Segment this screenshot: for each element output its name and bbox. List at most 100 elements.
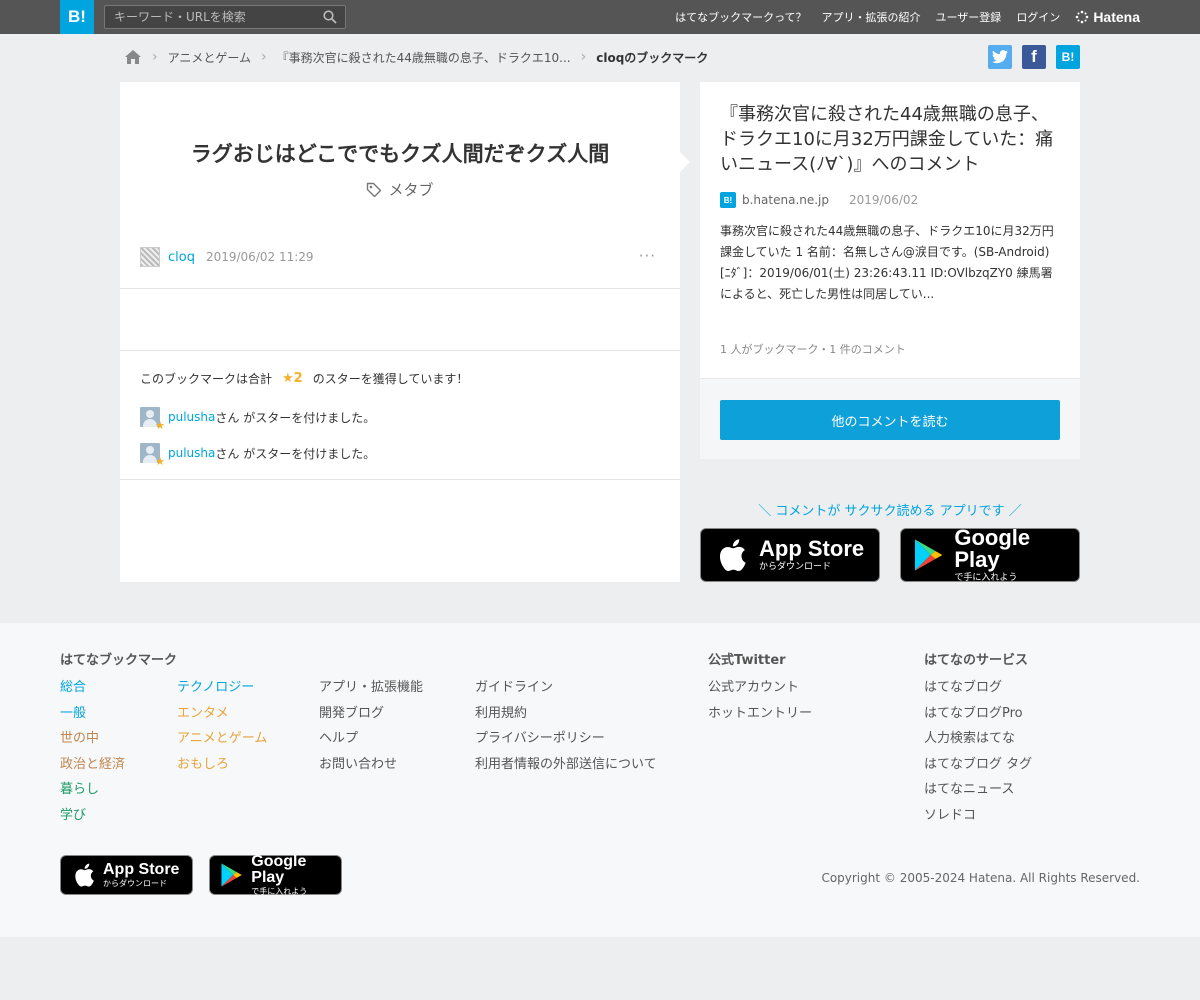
nav-apps[interactable]: アプリ・拡張の紹介 [822, 9, 921, 25]
star-entry-text: さん がスターを付けました。 [215, 410, 376, 425]
footer-links-col3: アプリ・拡張機能 開発ブログ ヘルプ お問い合わせ [319, 675, 423, 777]
entry-domain[interactable]: b.hatena.ne.jp [742, 193, 829, 207]
home-icon[interactable] [124, 49, 142, 65]
divider [120, 288, 680, 289]
footer-link[interactable]: はてなブログPro [924, 701, 1032, 727]
nav-register[interactable]: ユーザー登録 [936, 9, 1002, 25]
app-store-subtitle: からダウンロード [103, 879, 167, 888]
tag-label: メタブ [388, 181, 434, 199]
footer-link[interactable]: はてなブログ タグ [924, 752, 1032, 778]
footer-links-twitter: 公式アカウント ホットエントリー [708, 675, 812, 726]
chevron-right-icon: › [580, 49, 587, 65]
footer-link[interactable]: ソレドコ [924, 803, 1032, 829]
entry-excerpt: 事務次官に殺された44歳無職の息子、ドラクエ10に月32万円課金していた 1 名… [720, 224, 1054, 301]
top-nav: はてなブックマークって？ アプリ・拡張の紹介 ユーザー登録 ログイン Haten… [660, 0, 1140, 34]
footer-link[interactable]: 利用者情報の外部送信について [475, 752, 657, 778]
footer-category-link[interactable]: 暮らし [60, 777, 125, 803]
divider [120, 350, 680, 351]
footer-category-link[interactable]: 政治と経済 [60, 752, 125, 778]
hatena-bookmark-logo[interactable]: B! [60, 0, 94, 34]
star-summary: このブックマークは合計 ★2 のスターを獲得しています！ [140, 370, 468, 387]
top-bar: B! はてなブックマークって？ アプリ・拡張の紹介 ユーザー登録 ログイン Ha… [0, 0, 1200, 34]
nav-about[interactable]: はてなブックマークって？ [675, 9, 806, 25]
twitter-bird-icon [992, 50, 1008, 64]
footer-link[interactable]: ヘルプ [319, 726, 423, 752]
footer-category-link[interactable]: エンタメ [177, 701, 267, 727]
google-play-badge[interactable]: Google Play で手に入れよう [900, 525, 1080, 583]
star-user-link[interactable]: pulusha [168, 410, 215, 424]
bookmark-datetime[interactable]: 2019/06/02 11:29 [206, 250, 314, 264]
apple-icon [75, 863, 94, 887]
footer-link[interactable]: 利用規約 [475, 701, 657, 727]
footer-category-link[interactable]: 一般 [60, 701, 125, 727]
footer-heading-services: はてなのサービス [924, 653, 1029, 668]
entry-date: 2019/06/02 [849, 193, 919, 207]
app-store-badge[interactable]: App Store からダウンロード [700, 528, 880, 582]
footer-heading-bookmark: はてなブックマーク [60, 653, 178, 668]
footer-category-link[interactable]: おもしろ [177, 752, 267, 778]
footer-link[interactable]: お問い合わせ [319, 752, 423, 778]
footer-category-link[interactable]: アニメとゲーム [177, 726, 267, 752]
site-favicon-icon: B! [720, 192, 736, 208]
search-icon[interactable] [323, 10, 337, 24]
read-other-comments-button[interactable]: 他のコメントを読む [720, 400, 1060, 440]
star-summary-suffix: のスターを獲得しています！ [312, 372, 469, 386]
tag[interactable]: メタブ [120, 179, 680, 200]
google-play-icon [914, 539, 943, 571]
breadcrumb: › アニメとゲーム › 『事務次官に殺された44歳無職の息子、ドラクエ10...… [124, 46, 708, 68]
divider [120, 479, 680, 480]
avatar[interactable] [140, 247, 160, 267]
breadcrumb-entry[interactable]: 『事務次官に殺された44歳無職の息子、ドラクエ10... [277, 49, 571, 66]
copyright: Copyright © 2005-2024 Hatena. All Rights… [821, 871, 1140, 885]
google-play-title: Google Play [251, 853, 307, 886]
breadcrumb-current: cloqのブックマーク [596, 50, 709, 65]
facebook-share-button[interactable]: f [1022, 45, 1046, 69]
footer-google-play-badge[interactable]: Google Play で手に入れよう [209, 853, 342, 896]
footer-category-link[interactable]: 世の中 [60, 726, 125, 752]
footer-link[interactable]: プライバシーポリシー [475, 726, 657, 752]
google-play-icon [221, 863, 242, 887]
footer-links-services: はてなブログ はてなブログPro 人力検索はてな はてなブログ タグ はてなニュ… [924, 675, 1032, 828]
star-entry: ★ pulusha さん がスターを付けました。 [140, 406, 660, 432]
footer-link[interactable]: 開発ブログ [319, 701, 423, 727]
star-summary-prefix: このブックマークは合計 [140, 372, 273, 386]
hatena-bookmark-share-button[interactable]: B! [1056, 45, 1080, 69]
avatar[interactable]: ★ [140, 407, 165, 432]
hatena-dots-icon [1076, 10, 1089, 24]
star-user-link[interactable]: pulusha [168, 446, 215, 460]
avatar[interactable]: ★ [140, 443, 165, 468]
footer-link[interactable]: はてなニュース [924, 777, 1032, 803]
app-store-title: App Store [759, 536, 865, 561]
footer-link[interactable]: はてなブログ [924, 675, 1032, 701]
search-input[interactable] [105, 6, 310, 28]
footer-link[interactable]: アプリ・拡張機能 [319, 675, 423, 701]
footer-link[interactable]: ホットエントリー [708, 701, 812, 727]
breadcrumb-category[interactable]: アニメとゲーム [168, 49, 251, 66]
share-buttons: f B! [978, 45, 1080, 69]
twitter-share-button[interactable] [988, 45, 1012, 69]
entry-card: 『事務次官に殺された44歳無職の息子、ドラクエ10に月32万円課金していた：痛い… [700, 82, 1080, 459]
bookmark-user-link[interactable]: cloq [168, 250, 195, 265]
entry-title-link[interactable]: 『事務次官に殺された44歳無職の息子、ドラクエ10に月32万円課金していた：痛い… [720, 102, 1065, 177]
more-options-icon[interactable]: ··· [639, 247, 656, 265]
entry-actions: 他のコメントを読む [700, 378, 1080, 459]
footer-link[interactable]: 人力検索はてな [924, 726, 1032, 752]
footer-link[interactable]: ガイドライン [475, 675, 657, 701]
hatena-logo[interactable]: Hatena [1075, 9, 1140, 25]
footer-link[interactable]: 公式アカウント [708, 675, 812, 701]
nav-login[interactable]: ログイン [1016, 9, 1060, 25]
chevron-right-icon: › [152, 49, 158, 65]
app-store-subtitle: からダウンロード [759, 562, 832, 572]
footer-heading-twitter: 公式Twitter [708, 653, 786, 668]
star-count[interactable]: ★2 [282, 371, 303, 386]
app-promo-text: ＼ コメントが サクサク読める アプリです ／ [758, 504, 1022, 519]
google-play-title: Google Play [954, 525, 1031, 572]
footer: はてなブックマーク 総合 一般 世の中 政治と経済 暮らし 学び テクノロジー エンタメ アニ… [0, 623, 1200, 937]
footer-category-link[interactable]: テクノロジー [177, 675, 267, 701]
star-entry: ★ pulusha さん がスターを付けました。 [140, 442, 660, 468]
footer-app-store-badge[interactable]: App Store からダウンロード [60, 855, 193, 895]
chevron-right-icon: › [261, 49, 267, 65]
footer-category-link[interactable]: 総合 [60, 675, 125, 701]
entry-counts: 1 人がブックマーク・1 件のコメント [720, 343, 906, 356]
footer-category-link[interactable]: 学び [60, 803, 125, 829]
